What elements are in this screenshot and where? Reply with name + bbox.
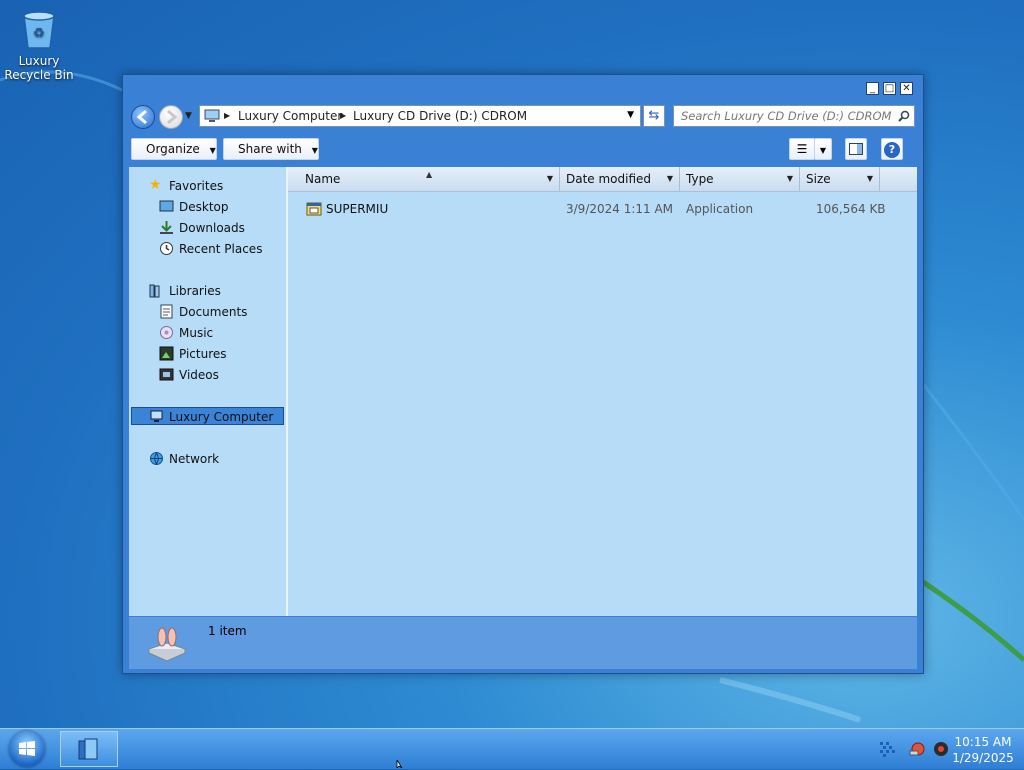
column-size[interactable]: Size ▼ [800, 167, 880, 191]
column-name[interactable]: ▲ Name ▼ [288, 167, 560, 191]
taskbar: 10:15 AM 1/29/2025 [0, 728, 1024, 769]
navigation-row: ▼ ▶ Luxury Computer ▶ Luxury CD Drive (D… [129, 103, 917, 133]
back-button[interactable] [131, 105, 155, 129]
breadcrumb-computer[interactable]: Luxury Computer [238, 109, 342, 123]
back-arrow-icon [136, 109, 147, 125]
chevron-down-icon[interactable]: ▼ [867, 167, 873, 191]
videos-icon [159, 368, 174, 381]
file-name: SUPERMIU [326, 202, 389, 216]
mouse-cursor-icon [396, 760, 403, 768]
details-view-icon: ☰ [796, 142, 808, 156]
svg-text:♻: ♻ [33, 26, 45, 41]
music-icon [160, 326, 173, 339]
refresh-button[interactable]: ⇆ [643, 105, 665, 127]
chevron-down-icon: ▼ [819, 146, 827, 155]
chevron-down-icon[interactable]: ▼ [667, 167, 673, 191]
explorer-window: _ □ ✕ ▼ ▶ Luxury Computer ▶ Luxury CD Dr… [122, 74, 924, 674]
minimize-button[interactable]: _ [866, 82, 879, 95]
taskbar-explorer-button[interactable] [60, 731, 118, 767]
title-bar[interactable]: _ □ ✕ [123, 75, 923, 101]
desktop-icon [159, 200, 174, 212]
preview-pane-button[interactable] [845, 138, 867, 160]
breadcrumb-arrow-icon[interactable]: ▶ [224, 111, 230, 120]
volume-icon[interactable] [932, 740, 950, 758]
column-header-row: ▲ Name ▼ Date modified ▼ Type ▼ Size ▼ [288, 167, 917, 192]
close-button[interactable]: ✕ [900, 82, 913, 95]
maximize-button[interactable]: □ [883, 82, 896, 95]
file-size: 106,564 KB [816, 202, 886, 216]
details-pane: 1 item [129, 617, 917, 669]
address-bar[interactable]: ▶ Luxury Computer ▶ Luxury CD Drive (D:)… [199, 105, 641, 127]
recycle-bin-label: Luxury Recycle Bin [4, 54, 74, 82]
recent-pages-dropdown[interactable]: ▼ [185, 111, 192, 121]
forward-button[interactable] [159, 105, 183, 129]
search-placeholder: Search Luxury CD Drive (D:) CDROM [681, 109, 892, 123]
windows-logo-icon [19, 741, 35, 756]
chevron-down-icon: ▼ [311, 146, 318, 155]
clock-date: 1/29/2025 [952, 751, 1014, 765]
action-center-icon[interactable] [908, 740, 926, 758]
clock-time: 10:15 AM [954, 735, 1012, 749]
change-view-button[interactable]: ☰ [789, 138, 815, 160]
file-list-pane: ▲ Name ▼ Date modified ▼ Type ▼ Size ▼ S… [288, 167, 917, 616]
table-row[interactable]: SUPERMIU 3/9/2024 1:11 AM Application 10… [288, 199, 917, 219]
preview-pane-icon [849, 143, 863, 155]
breadcrumb-cd-drive[interactable]: Luxury CD Drive (D:) CDROM [353, 109, 527, 123]
recycle-bin-icon: ♻ [23, 11, 55, 49]
navigation-pane: ★ Favorites Desktop Downloads Recent Pla… [129, 167, 288, 616]
folder-icon [78, 738, 98, 760]
file-type: Application [686, 202, 754, 216]
forward-arrow-icon [167, 109, 178, 125]
help-icon: ? [884, 142, 900, 158]
file-date: 3/9/2024 1:11 AM [566, 202, 674, 216]
share-with-label: Share with [238, 142, 302, 156]
clock[interactable]: 10:15 AM 1/29/2025 [950, 734, 1016, 766]
pictures-icon [159, 346, 174, 361]
chevron-down-icon: ▼ [209, 146, 216, 155]
search-icon [898, 110, 910, 122]
desktop-recycle-bin[interactable]: ♻ Luxury Recycle Bin [4, 10, 74, 82]
documents-icon [160, 304, 173, 319]
star-icon: ★ [149, 177, 162, 193]
cd-drive-icon [147, 627, 187, 662]
help-button[interactable]: ? [881, 138, 903, 160]
chevron-down-icon[interactable]: ▼ [787, 167, 793, 191]
organize-label: Organize [146, 142, 200, 156]
computer-icon [204, 109, 220, 122]
start-button[interactable] [9, 731, 45, 767]
computer-icon [150, 410, 163, 422]
network-icon [150, 452, 163, 465]
column-date-modified[interactable]: Date modified ▼ [560, 167, 680, 191]
command-bar: Organize ▼ Share with ▼ ☰ ▼ ? [129, 135, 917, 165]
share-with-button[interactable]: Share with ▼ [223, 138, 319, 160]
chevron-down-icon[interactable]: ▼ [547, 167, 553, 191]
organize-button[interactable]: Organize ▼ [131, 138, 217, 160]
address-dropdown-icon[interactable]: ▼ [627, 110, 634, 120]
search-box[interactable]: Search Luxury CD Drive (D:) CDROM [673, 105, 915, 127]
recent-places-icon [160, 242, 173, 255]
libraries-icon [149, 284, 160, 298]
view-options-dropdown[interactable]: ▼ [814, 138, 832, 160]
application-icon [306, 202, 322, 216]
downloads-icon [160, 221, 173, 234]
sort-ascending-icon: ▲ [426, 170, 433, 179]
item-count: 1 item [208, 624, 247, 638]
breadcrumb-arrow-icon[interactable]: ▶ [340, 111, 346, 120]
refresh-icon: ⇆ [648, 108, 660, 123]
column-type[interactable]: Type ▼ [680, 167, 800, 191]
show-hidden-icons-icon[interactable] [878, 740, 896, 758]
